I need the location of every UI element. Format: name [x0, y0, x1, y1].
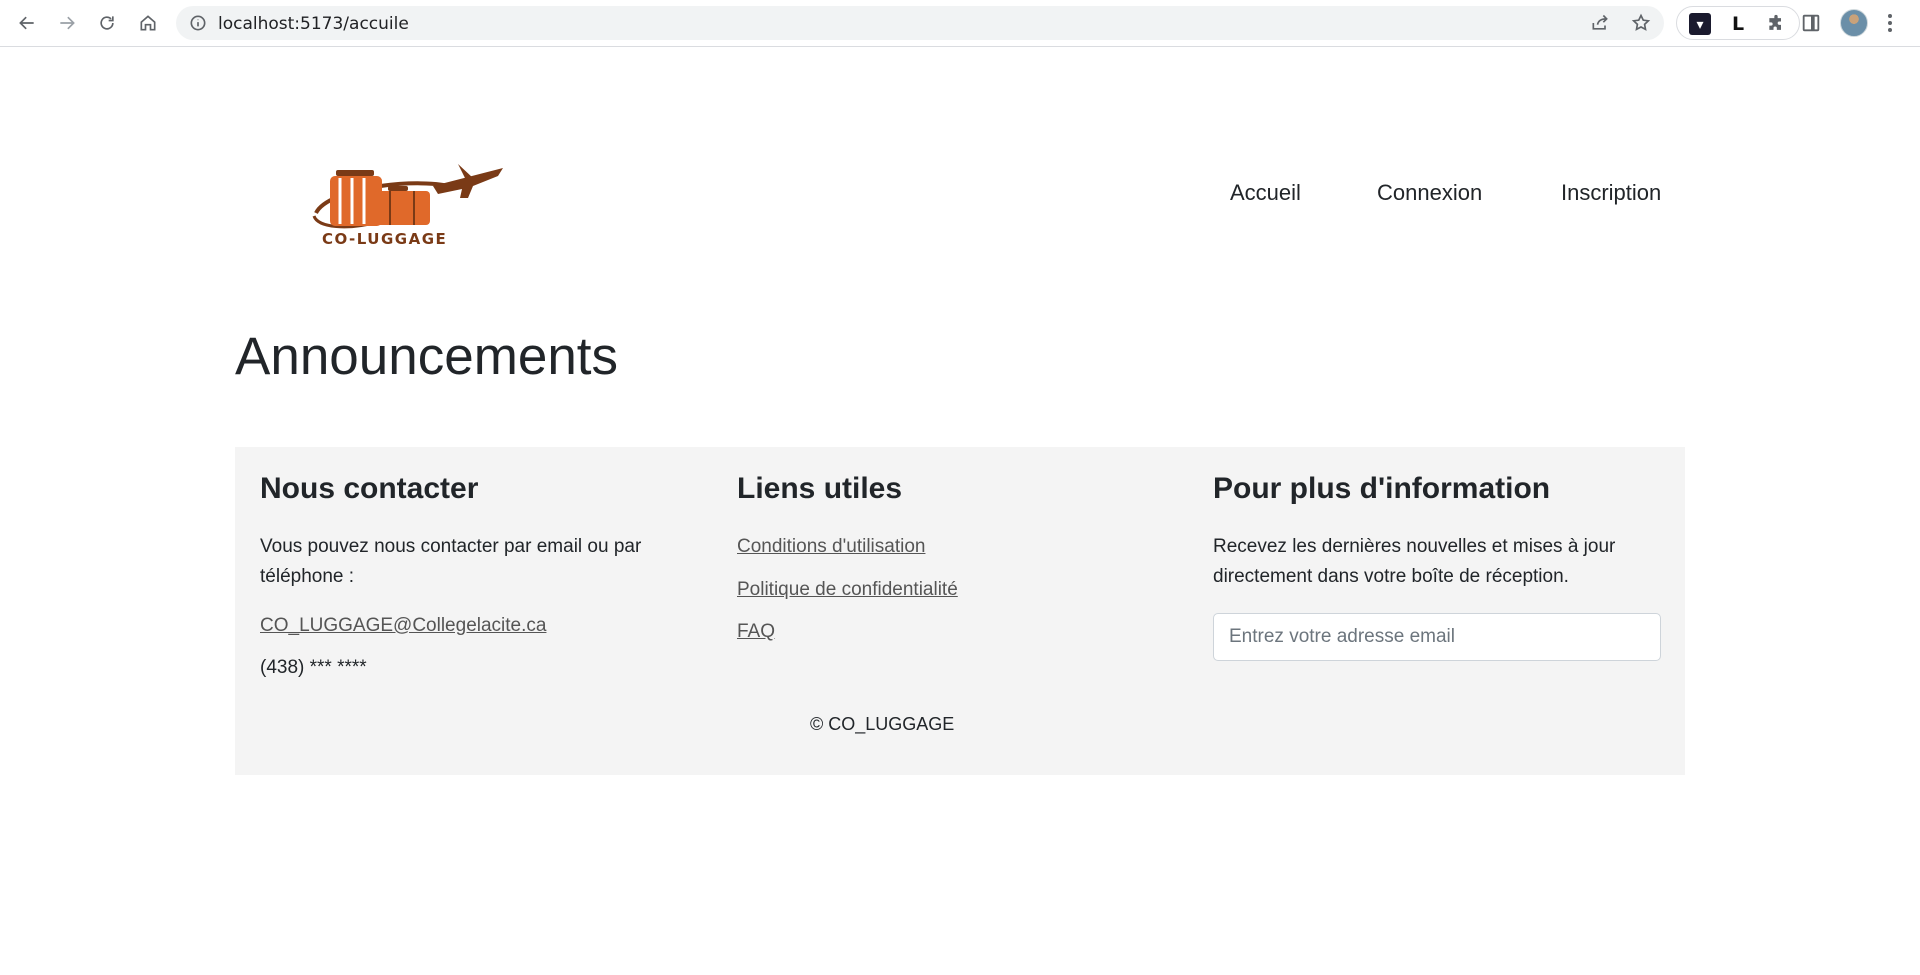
home-icon	[140, 15, 156, 31]
profile-avatar[interactable]	[1840, 9, 1868, 37]
newsletter-email-input[interactable]	[1213, 613, 1661, 661]
site-footer: Nous contacter Vous pouvez nous contacte…	[235, 447, 1685, 775]
url-text[interactable]: localhost:5173/accuile	[218, 14, 409, 34]
more-menu-icon[interactable]	[1883, 11, 1897, 35]
home-button[interactable]	[133, 8, 163, 38]
address-bar[interactable]: localhost:5173/accuile	[176, 6, 1664, 40]
link-conditions[interactable]: Conditions d'utilisation	[737, 536, 925, 558]
logo-text: CO-LUGGAGE	[322, 230, 447, 248]
link-faq[interactable]: FAQ	[737, 621, 775, 643]
copyright: © CO_LUGGAGE	[810, 714, 955, 734]
arrow-right-icon	[60, 16, 75, 30]
page-title: Announcements	[235, 327, 619, 386]
nav-accueil[interactable]: Accueil	[1230, 180, 1301, 206]
nav-inscription[interactable]: Inscription	[1561, 180, 1661, 206]
contact-phone: (438) *** ****	[260, 657, 367, 678]
contact-text: Vous pouvez nous contacter par email ou …	[260, 536, 642, 587]
link-privacy[interactable]: Politique de confidentialité	[737, 579, 958, 601]
arrow-left-icon	[19, 16, 34, 30]
extension-v-icon[interactable]: ▾	[1689, 13, 1711, 35]
extension-l-icon[interactable]: L	[1727, 13, 1749, 35]
back-button[interactable]	[12, 8, 42, 38]
links-title: Liens utiles	[737, 472, 903, 505]
star-icon[interactable]	[1631, 13, 1651, 33]
contact-email-link[interactable]: CO_LUGGAGE@Collegelacite.ca	[260, 615, 546, 637]
site-logo[interactable]: CO-LUGGAGE	[308, 158, 504, 248]
browser-toolbar: localhost:5173/accuile ▾ L	[0, 0, 1920, 47]
forward-button[interactable]	[52, 8, 82, 38]
contact-title: Nous contacter	[260, 472, 479, 505]
extensions-group: ▾ L	[1676, 6, 1800, 40]
share-icon[interactable]	[1590, 13, 1610, 33]
newsletter-title: Pour plus d'information	[1213, 472, 1551, 505]
reload-button[interactable]	[92, 8, 122, 38]
info-icon[interactable]	[188, 13, 208, 33]
nav-connexion[interactable]: Connexion	[1377, 180, 1482, 206]
newsletter-text: Recevez les dernières nouvelles et mises…	[1213, 536, 1616, 587]
reload-icon	[100, 16, 114, 30]
side-panel-icon[interactable]	[1800, 12, 1822, 34]
puzzle-icon[interactable]	[1765, 13, 1787, 35]
